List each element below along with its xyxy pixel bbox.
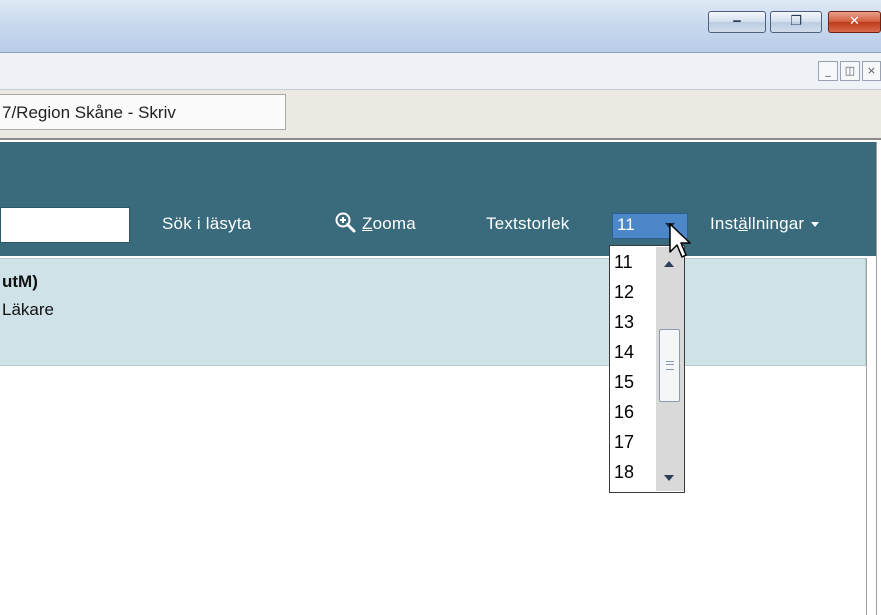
patient-info-panel xyxy=(0,258,866,366)
divider xyxy=(876,142,877,615)
scrollbar-thumb[interactable] xyxy=(659,329,680,402)
settings-label-pre: Inst xyxy=(710,214,739,233)
chevron-down-icon xyxy=(811,222,820,228)
dropdown-option[interactable]: 12 xyxy=(614,280,634,304)
zoom-label: ooma xyxy=(372,214,416,233)
restore-icon: ❐ xyxy=(790,14,802,29)
mdi-minimize-button[interactable]: _ xyxy=(818,61,838,81)
mouse-cursor-icon xyxy=(669,223,691,258)
dropdown-option[interactable]: 17 xyxy=(614,430,634,454)
zoom-in-icon[interactable] xyxy=(333,210,357,234)
mdi-restore-button[interactable]: ◫ xyxy=(840,61,860,81)
zoom-button[interactable]: Zooma xyxy=(362,214,416,234)
close-button[interactable]: ✕ xyxy=(828,11,881,33)
textsize-dropdown-list[interactable]: 11 12 13 14 15 16 17 18 xyxy=(609,245,685,493)
settings-menu[interactable]: Inställningar xyxy=(710,214,820,234)
dropdown-option[interactable]: 18 xyxy=(614,460,634,484)
dropdown-option[interactable]: 14 xyxy=(614,340,634,364)
minimize-icon: ‒ xyxy=(732,14,742,29)
dropdown-option[interactable]: 15 xyxy=(614,370,634,394)
mdi-minimize-icon: _ xyxy=(825,64,831,77)
dropdown-option[interactable]: 11 xyxy=(614,250,633,274)
minimize-button[interactable]: ‒ xyxy=(708,11,766,33)
dropdown-option[interactable]: 13 xyxy=(614,310,634,334)
dropdown-option[interactable]: 16 xyxy=(614,400,634,424)
scroll-down-icon[interactable] xyxy=(656,469,684,489)
dropdown-scrollbar[interactable] xyxy=(656,247,684,491)
zoom-accel: Z xyxy=(362,214,373,233)
patient-role: Läkare xyxy=(2,300,54,319)
search-reading-area-button[interactable]: Sök i läsyta xyxy=(162,214,251,234)
settings-label-post: llningar xyxy=(747,214,805,233)
app-header xyxy=(0,142,876,198)
tab-document[interactable]: 7/Region Skåne - Skriv xyxy=(0,94,286,130)
textsize-value: 11 xyxy=(617,215,635,234)
tab-label: 7/Region Skåne - Skriv xyxy=(2,103,176,122)
mdi-close-button[interactable]: × xyxy=(862,61,881,81)
close-icon: ✕ xyxy=(849,14,860,29)
divider xyxy=(866,258,867,615)
mdi-close-icon: × xyxy=(866,64,877,77)
search-input[interactable] xyxy=(0,207,130,243)
patient-name: utM) xyxy=(2,272,38,291)
settings-accel: ä xyxy=(738,214,748,233)
mdi-restore-icon: ◫ xyxy=(844,64,856,77)
restore-button[interactable]: ❐ xyxy=(770,11,822,33)
textsize-label: Textstorlek xyxy=(486,214,570,233)
mdi-bar xyxy=(0,53,881,90)
